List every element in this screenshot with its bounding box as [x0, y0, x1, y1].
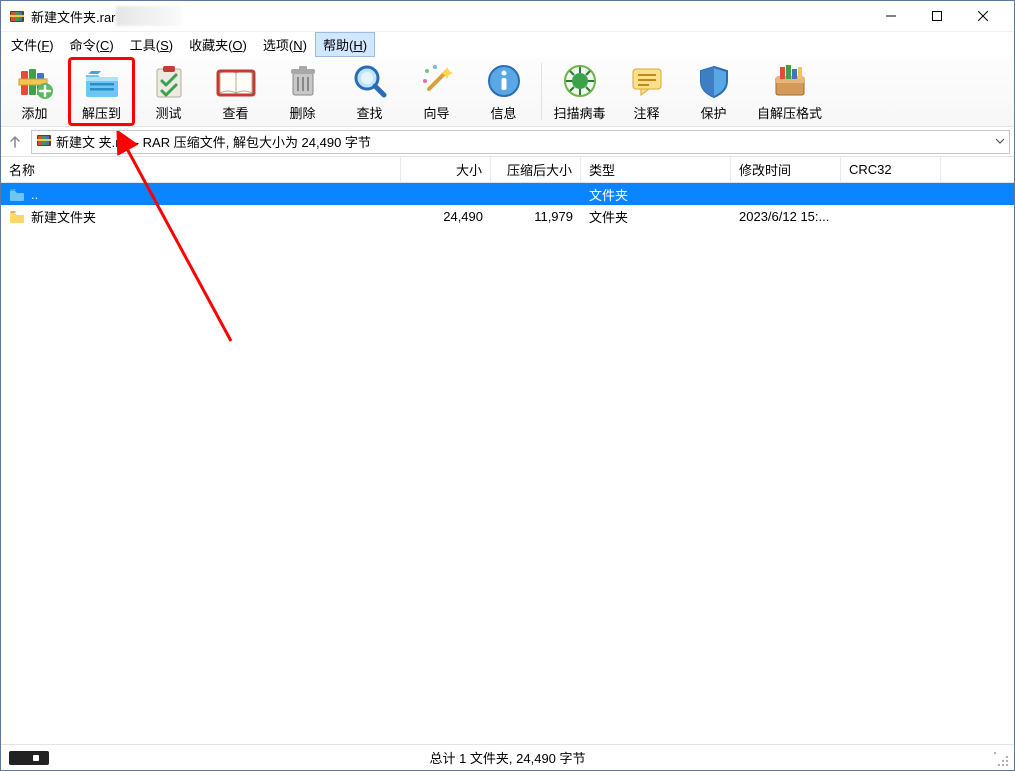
statusbar: 总计 1 文件夹, 24,490 字节: [1, 744, 1014, 770]
row-mtime: 2023/6/12 15:...: [731, 209, 841, 224]
chevron-down-icon[interactable]: [995, 134, 1005, 149]
path-text: 新建文 夹.rar - RAR 压缩文件, 解包大小为 24,490 字节: [56, 132, 371, 151]
toolbar-info-label: 信息: [490, 103, 516, 122]
archive-small-icon: [36, 132, 52, 151]
toolbar-sfx-label: 自解压格式: [757, 103, 822, 122]
toolbar-find[interactable]: 查找: [336, 57, 403, 126]
toolbar-comment[interactable]: 注释: [613, 57, 680, 126]
magnifier-icon: [350, 61, 390, 101]
menu-o[interactable]: 收藏夹(O): [181, 32, 255, 57]
toolbar-add-label: 添加: [21, 103, 47, 122]
col-packed[interactable]: 压缩后大小: [491, 157, 581, 182]
folder-up-icon: [9, 186, 25, 202]
toolbar: 添加 解压到: [1, 57, 1014, 127]
wand-icon: [417, 61, 457, 101]
toolbar-view[interactable]: 查看: [202, 57, 269, 126]
folder-extract-icon: [82, 61, 122, 101]
close-button[interactable]: [960, 1, 1006, 31]
book-open-icon: [216, 61, 256, 101]
status-text: 总计 1 文件夹, 24,490 字节: [429, 748, 585, 767]
status-indicator-icon: [9, 751, 49, 765]
list-header: 名称 大小 压缩后大小 类型 修改时间 CRC32: [1, 157, 1014, 183]
trash-icon: [283, 61, 323, 101]
toolbar-virus-scan[interactable]: 扫描病毒: [546, 57, 613, 126]
toolbar-find-label: 查找: [356, 103, 382, 122]
clipboard-check-icon: [149, 61, 189, 101]
col-type[interactable]: 类型: [581, 157, 731, 182]
col-extra[interactable]: [941, 157, 1014, 182]
menu-n[interactable]: 选项(N): [255, 32, 315, 57]
row-type: 文件夹: [581, 185, 731, 204]
menu-c[interactable]: 命令(C): [62, 32, 122, 57]
menu-s[interactable]: 工具(S): [122, 32, 181, 57]
toolbar-extract-label: 解压到: [82, 103, 121, 122]
titlebar: 新建文件夹.rar: [1, 1, 1014, 31]
addressbar: 新建文 夹.rar - RAR 压缩文件, 解包大小为 24,490 字节: [1, 127, 1014, 157]
row-type: 文件夹: [581, 207, 731, 226]
col-size[interactable]: 大小: [401, 157, 491, 182]
list-row[interactable]: 新建文件夹 24,49011,979文件夹2023/6/12 15:...: [1, 205, 1014, 227]
title-blurred-area: [116, 6, 182, 26]
toolbar-comment-label: 注释: [633, 103, 659, 122]
window-title: 新建文件夹.rar: [31, 7, 116, 26]
winrar-app-icon: [9, 8, 25, 24]
shield-icon: [694, 61, 734, 101]
books-add-icon: [15, 61, 55, 101]
path-combobox[interactable]: 新建文 夹.rar - RAR 压缩文件, 解包大小为 24,490 字节: [31, 130, 1010, 154]
toolbar-delete[interactable]: 删除: [269, 57, 336, 126]
toolbar-sfx[interactable]: 自解压格式: [747, 57, 832, 126]
col-mtime[interactable]: 修改时间: [731, 157, 841, 182]
menu-h[interactable]: 帮助(H): [315, 32, 375, 57]
row-name: ..: [31, 187, 38, 202]
app-window: 新建文件夹.rar 文件(F)命令(C)工具(S)收藏夹(O)选项(N)帮助(H…: [0, 0, 1015, 771]
comment-icon: [627, 61, 667, 101]
info-icon: [484, 61, 524, 101]
resize-grip-icon[interactable]: [994, 752, 1010, 768]
col-crc[interactable]: CRC32: [841, 157, 941, 182]
folder-icon: [9, 208, 25, 224]
sfx-icon: [770, 61, 810, 101]
toolbar-delete-label: 删除: [289, 103, 315, 122]
row-packed: 11,979: [491, 209, 581, 224]
row-size: 24,490: [401, 209, 491, 224]
toolbar-protect[interactable]: 保护: [680, 57, 747, 126]
go-up-button[interactable]: [5, 132, 25, 152]
toolbar-protect-label: 保护: [700, 103, 726, 122]
toolbar-wizard-label: 向导: [423, 103, 449, 122]
menu-f[interactable]: 文件(F): [3, 32, 62, 57]
toolbar-test[interactable]: 测试: [135, 57, 202, 126]
toolbar-add[interactable]: 添加: [1, 57, 68, 126]
toolbar-wizard[interactable]: 向导: [403, 57, 470, 126]
col-name[interactable]: 名称: [1, 157, 401, 182]
toolbar-view-label: 查看: [222, 103, 248, 122]
minimize-button[interactable]: [868, 1, 914, 31]
toolbar-virus-label: 扫描病毒: [553, 103, 605, 122]
file-list[interactable]: ..文件夹新建文件夹24,49011,979文件夹2023/6/12 15:..…: [1, 183, 1014, 744]
row-name: 新建文件夹: [31, 207, 96, 226]
maximize-button[interactable]: [914, 1, 960, 31]
virus-icon: [560, 61, 600, 101]
toolbar-extract-to[interactable]: 解压到: [68, 57, 135, 126]
toolbar-test-label: 测试: [155, 103, 181, 122]
toolbar-info[interactable]: 信息: [470, 57, 537, 126]
list-row[interactable]: .. 文件夹: [1, 183, 1014, 205]
menubar: 文件(F)命令(C)工具(S)收藏夹(O)选项(N)帮助(H): [1, 31, 1014, 57]
